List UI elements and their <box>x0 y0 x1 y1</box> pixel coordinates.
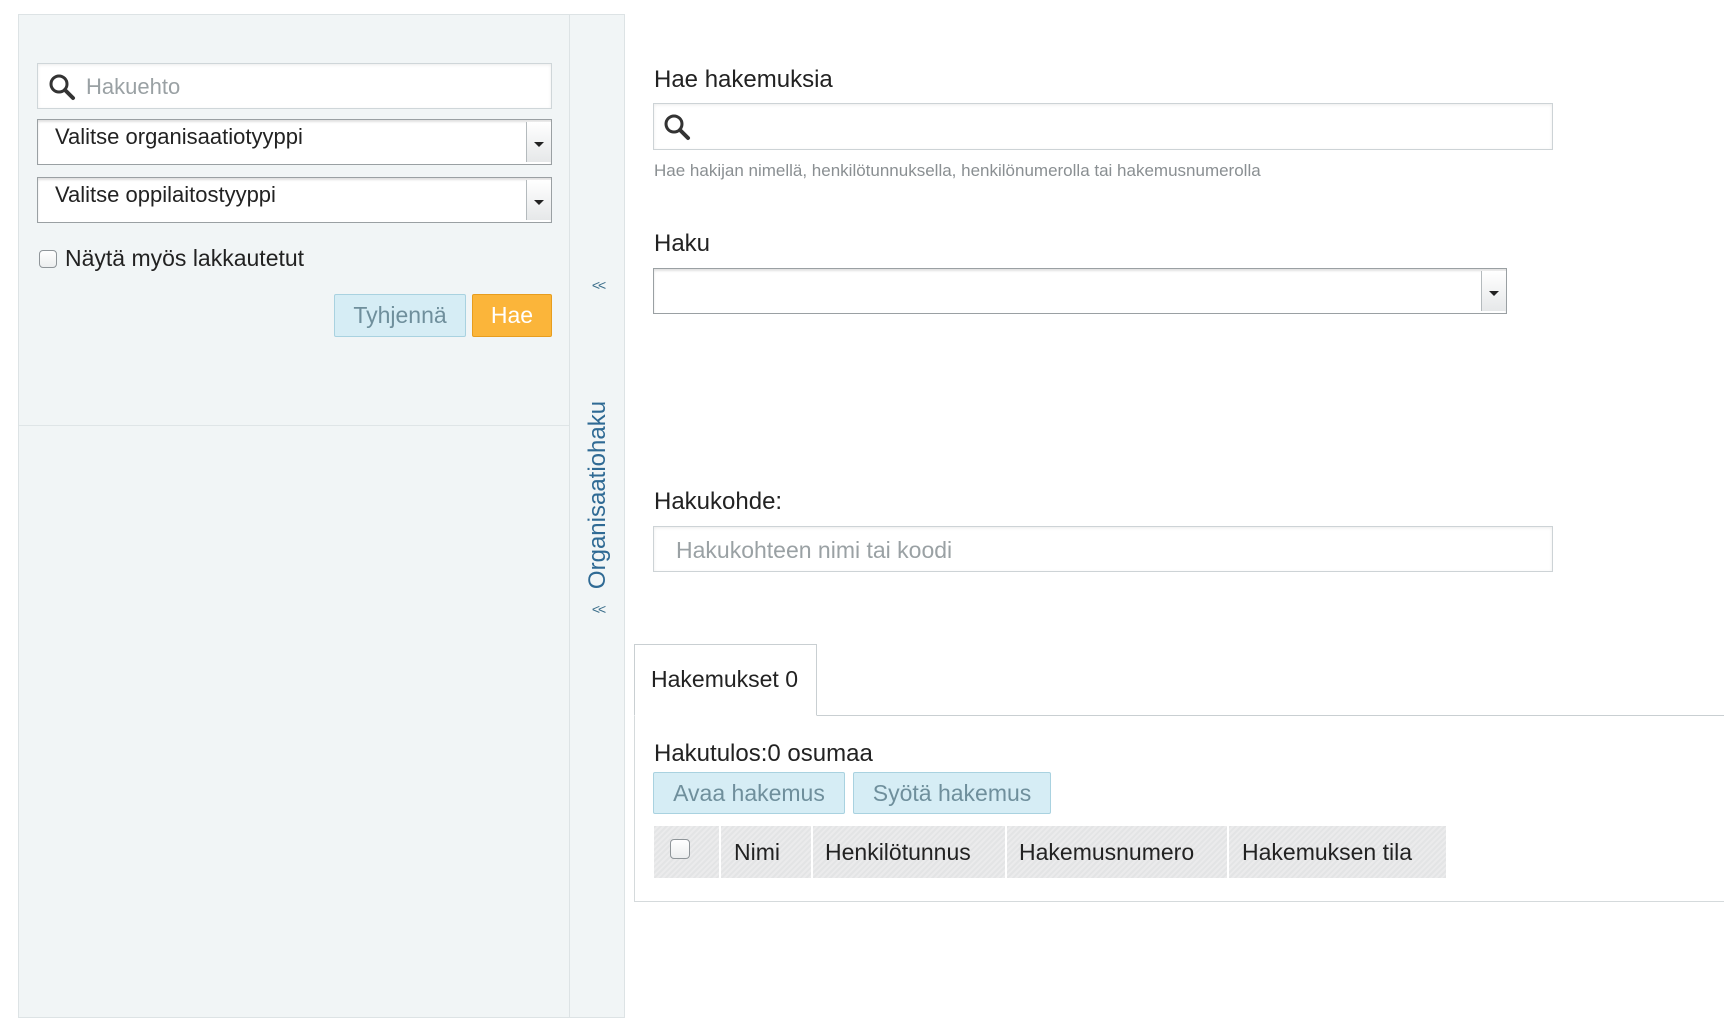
tab-divider <box>816 715 1724 716</box>
organisation-search-input[interactable] <box>84 64 548 110</box>
hakukohde-input[interactable] <box>674 527 1505 573</box>
tab-applications[interactable]: Hakemukset 0 <box>634 644 817 716</box>
organisation-filters: Valitse organisaatiotyyppi Valitse oppil… <box>19 15 569 1017</box>
collapse-strip[interactable]: << Organisaatiohaku << <box>569 15 625 1017</box>
application-search-box[interactable] <box>653 103 1553 151</box>
organisation-type-select[interactable]: Valitse organisaatiotyyppi <box>37 119 552 165</box>
show-closed-checkbox[interactable] <box>39 250 57 268</box>
enter-application-button[interactable]: Syötä hakemus <box>853 772 1051 814</box>
open-application-button[interactable]: Avaa hakemus <box>653 772 845 814</box>
column-header-application-number[interactable]: Hakemusnumero <box>1007 826 1229 878</box>
organisation-search-box[interactable] <box>37 63 552 110</box>
application-search-hint: Hae hakijan nimellä, henkilötunnuksella,… <box>654 161 1261 180</box>
column-header-label: Hakemusnumero <box>1019 839 1195 865</box>
organisation-type-value: Valitse organisaatiotyyppi <box>55 124 303 149</box>
column-header-name[interactable]: Nimi <box>721 826 813 878</box>
collapse-icon[interactable]: << <box>570 601 626 617</box>
tab-applications-label: Hakemukset 0 <box>651 666 799 692</box>
application-search-input[interactable] <box>698 104 1529 151</box>
clear-button[interactable]: Tyhjennä <box>334 294 466 337</box>
column-header-label: Henkilötunnus <box>825 839 971 865</box>
haku-label: Haku <box>654 230 711 257</box>
school-type-select[interactable]: Valitse oppilaitostyyppi <box>37 177 552 223</box>
search-icon <box>49 74 75 100</box>
select-all-checkbox[interactable] <box>670 839 690 859</box>
column-header-label: Nimi <box>734 839 780 865</box>
column-header-ssn[interactable]: Henkilötunnus <box>813 826 1007 878</box>
chevron-down-icon[interactable] <box>526 122 551 162</box>
chevron-down-icon[interactable] <box>1481 271 1506 311</box>
organisation-search-panel: Valitse organisaatiotyyppi Valitse oppil… <box>18 14 625 1018</box>
chevron-down-icon[interactable] <box>526 180 551 220</box>
hakukohde-field[interactable] <box>653 526 1553 573</box>
school-type-value: Valitse oppilaitostyyppi <box>55 182 276 207</box>
column-header-status[interactable]: Hakemuksen tila <box>1229 826 1446 878</box>
search-button[interactable]: Hae <box>472 294 552 337</box>
divider <box>19 425 569 426</box>
organisation-search-toggle[interactable]: Organisaatiohaku <box>584 401 612 589</box>
show-closed-label: Näytä myös lakkautetut <box>65 245 305 271</box>
select-all-header <box>654 826 721 878</box>
search-icon <box>664 114 690 140</box>
hakukohde-label: Hakukohde: <box>654 488 783 515</box>
collapse-icon[interactable]: << <box>570 277 626 293</box>
column-header-label: Hakemuksen tila <box>1242 839 1413 865</box>
application-search-heading: Hae hakemuksia <box>654 66 833 93</box>
result-count: Hakutulos:0 osumaa <box>654 740 873 767</box>
haku-select[interactable] <box>653 268 1507 314</box>
